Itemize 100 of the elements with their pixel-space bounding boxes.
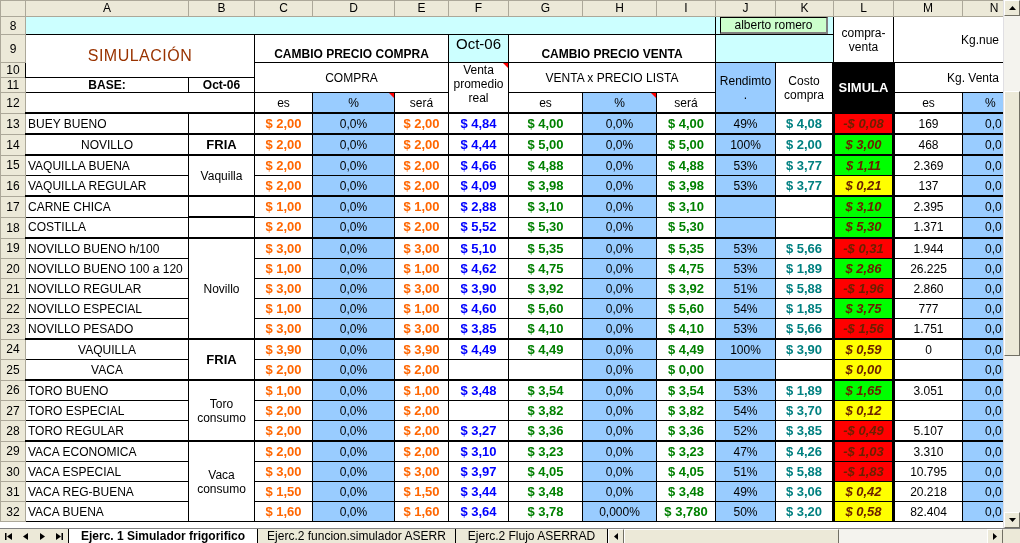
table-cell: $ 3,00 xyxy=(394,278,449,299)
table-cell: 0,0 xyxy=(962,339,1003,360)
table-cell: $ 4,66 xyxy=(448,155,509,176)
row-header: 24 xyxy=(0,339,26,360)
column-header: F xyxy=(448,0,509,17)
table-cell: $ 0,12 xyxy=(833,400,894,421)
sheet-title: SIMULACIÓN xyxy=(25,34,255,78)
table-cell: $ 3,54 xyxy=(508,380,583,401)
table-cell: $ 3,82 xyxy=(656,400,716,421)
header-cell: CAMBIO PRECIO COMPRA xyxy=(254,34,449,63)
table-cell: FRIA xyxy=(188,134,255,155)
table-cell: 0,0 xyxy=(962,238,1003,259)
column-header: B xyxy=(188,0,255,17)
table-cell: $ 4,05 xyxy=(508,461,583,482)
table-cell: 47% xyxy=(715,441,776,462)
table-cell: $ 3,23 xyxy=(508,441,583,462)
table-cell: 0,0% xyxy=(312,441,395,462)
table-cell: Toro consumo xyxy=(188,380,255,441)
table-cell: $ 1,00 xyxy=(254,258,313,279)
column-header: H xyxy=(582,0,657,17)
table-cell: 0,0% xyxy=(582,238,657,259)
table-cell: $ 1,65 xyxy=(833,380,894,401)
first-icon xyxy=(5,533,12,540)
table-cell: $ 4,62 xyxy=(448,258,509,279)
table-cell: $ 2,86 xyxy=(833,258,894,279)
row-header: 29 xyxy=(0,441,26,462)
header-cell: Oct-06 xyxy=(448,34,509,63)
table-cell: -$ 1,96 xyxy=(833,278,894,299)
row-header: 21 xyxy=(0,278,26,299)
row-header: 30 xyxy=(0,461,26,482)
column-header: D xyxy=(312,0,395,17)
table-cell: $ 4,84 xyxy=(448,113,509,134)
table-cell: 53% xyxy=(715,238,776,259)
scroll-right-button[interactable] xyxy=(987,529,1003,543)
sheet-tab[interactable]: Ejerc. 1 Simulador frigorifico xyxy=(68,529,259,543)
table-cell: 0,0% xyxy=(582,339,657,360)
table-cell: -$ 0,31 xyxy=(833,238,894,259)
table-cell: $ 2,00 xyxy=(394,155,449,176)
table-cell: -$ 0,08 xyxy=(833,113,894,134)
table-cell: 0,0% xyxy=(312,155,395,176)
table-cell: 0,0 xyxy=(962,380,1003,401)
table-cell: $ 1,00 xyxy=(394,380,449,401)
table-cell: $ 3,90 xyxy=(394,339,449,360)
table-cell: $ 1,50 xyxy=(394,481,449,502)
scroll-left-button[interactable] xyxy=(608,529,624,543)
table-cell: $ 3,48 xyxy=(508,481,583,502)
table-cell: $ 3,48 xyxy=(656,481,716,502)
caret-left-icon xyxy=(23,533,28,540)
table-cell: -$ 1,03 xyxy=(833,441,894,462)
table-cell: $ 4,49 xyxy=(448,339,509,360)
table-cell: 2.860 xyxy=(893,278,963,299)
table-cell: $ 3,48 xyxy=(448,380,509,401)
header-cell: VENTA x PRECIO LISTA xyxy=(508,62,716,93)
table-cell: 26.225 xyxy=(893,258,963,279)
header-cell: BASE: xyxy=(25,77,189,93)
row-header: 17 xyxy=(0,196,26,217)
sheet-tab[interactable]: Ejerc.2 Flujo ASERRAD xyxy=(454,529,608,543)
table-cell: $ 5,35 xyxy=(508,238,583,259)
user-name-tag: alberto romero xyxy=(720,17,828,34)
table-cell: $ 5,10 xyxy=(448,238,509,259)
row-header: 19 xyxy=(0,238,26,259)
row-header: 26 xyxy=(0,380,26,401)
row-header: 23 xyxy=(0,318,26,339)
column-header: E xyxy=(394,0,449,17)
scrollbar-thumb[interactable] xyxy=(1004,91,1020,356)
table-cell: $ 3,64 xyxy=(448,501,509,522)
caret-right-icon xyxy=(40,533,45,540)
table-cell: $ 2,00 xyxy=(394,400,449,421)
table-cell: 53% xyxy=(715,380,776,401)
row-header: 20 xyxy=(0,258,26,279)
table-cell: 0,0% xyxy=(582,441,657,462)
table-cell: NOVILLO xyxy=(25,134,189,155)
scroll-down-button[interactable] xyxy=(1004,512,1020,528)
caret-left-icon xyxy=(614,533,618,540)
table-cell: $ 3,10 xyxy=(448,441,509,462)
scroll-up-button[interactable] xyxy=(1004,0,1020,16)
table-cell: $ 1,60 xyxy=(394,501,449,522)
table-cell: $ 3,75 xyxy=(833,298,894,319)
table-cell: $ 3,78 xyxy=(508,501,583,522)
table-cell: 0,0% xyxy=(582,196,657,217)
table-cell: VAQUILLA BUENA xyxy=(25,155,189,176)
column-header: J xyxy=(715,0,776,17)
row-header: 18 xyxy=(0,217,26,238)
table-cell: $ 1,60 xyxy=(254,501,313,522)
table-cell: $ 3,00 xyxy=(394,461,449,482)
table-cell: COSTILLA xyxy=(25,217,189,238)
table-cell: TORO BUENO xyxy=(25,380,189,401)
table-cell: CARNE CHICA xyxy=(25,196,189,217)
table-cell: 777 xyxy=(893,298,963,319)
table-cell: 0,0% xyxy=(582,380,657,401)
row-header: 16 xyxy=(0,175,26,196)
column-header: N xyxy=(962,0,1003,17)
row-header: 14 xyxy=(0,134,26,155)
table-cell: 100% xyxy=(715,339,776,360)
row-header: 25 xyxy=(0,359,26,380)
table-cell: $ 4,05 xyxy=(656,461,716,482)
table-cell: 20.218 xyxy=(893,481,963,502)
table-cell: 53% xyxy=(715,155,776,176)
scrollbar-thumb[interactable] xyxy=(624,529,839,543)
table-cell: $ 4,88 xyxy=(508,155,583,176)
